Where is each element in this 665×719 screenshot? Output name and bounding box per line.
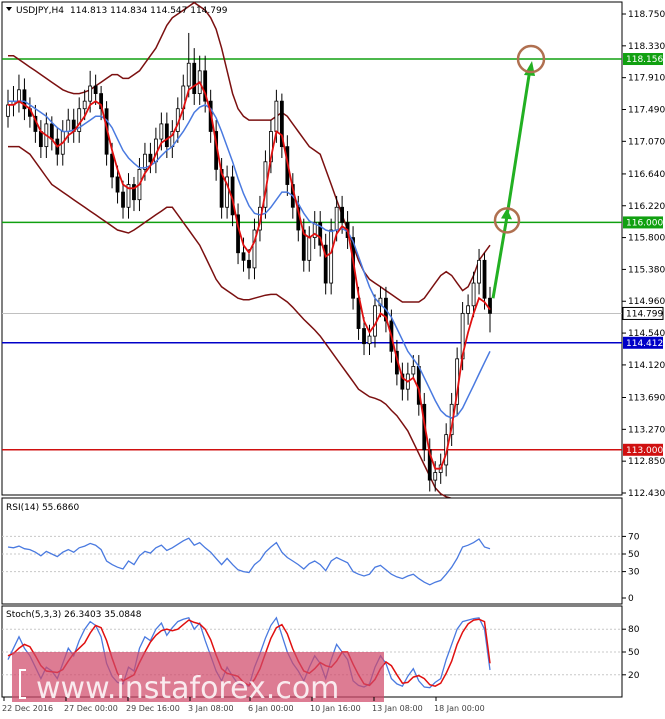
price-tick-label: 117.070 [628, 137, 665, 147]
rsi-tick-label: 70 [628, 532, 640, 542]
price-axis: 118.750 118.330 117.910 117.490 117.070 116.6… [622, 10, 665, 499]
candle-body [110, 153, 114, 178]
candle-body [466, 305, 470, 314]
candle-body [186, 62, 191, 87]
price-tick-label: 117.910 [628, 74, 665, 84]
rsi-panel: 70 50 30 0 RSI(14) 55.6860 [1, 497, 640, 605]
candle-body [93, 85, 98, 94]
candle-body [334, 206, 339, 231]
stoch-panel: 80 50 20 Stoch(5,3,3) 26.3403 35.0848 www.… [1, 605, 640, 706]
price-tick-label: 113.690 [628, 394, 665, 404]
time-tick-label: 3 Jan 08:00 [188, 704, 234, 713]
price-tick-label: 113.270 [628, 425, 665, 435]
price-tick-label: 112.850 [628, 457, 665, 467]
candle-body [17, 89, 21, 102]
price-tick-label: 118.750 [628, 10, 665, 20]
candle-body [38, 131, 43, 148]
stoch-tick-label: 50 [628, 648, 640, 658]
candle-body [66, 119, 71, 132]
price-panel: 118.156 116.000 114.412 113.000 114.799 118.… [1, 1, 665, 503]
time-tick-label: 29 Dec 16:00 [126, 704, 180, 713]
stoch-title: Stoch(5,3,3) 26.3403 35.0848 [6, 610, 142, 620]
candle-body [274, 100, 279, 132]
candle-body [367, 335, 372, 345]
candle-body [411, 366, 416, 375]
candle-body [329, 229, 334, 284]
candle-body [482, 259, 487, 299]
candle-body [6, 104, 10, 117]
stoch-tick-label: 80 [628, 625, 640, 635]
candle-body [241, 252, 246, 261]
time-tick-label: 22 Dec 2016 [2, 704, 53, 713]
candle-body [82, 100, 87, 110]
candle-body [247, 259, 251, 269]
price-tick-label: 116.640 [628, 170, 665, 180]
candle-body [362, 328, 366, 345]
time-tick-label: 6 Jan 00:00 [248, 704, 294, 713]
rsi-tick-label: 30 [628, 568, 640, 578]
candle-body [433, 472, 438, 481]
current-price-label: 114.799 [626, 309, 663, 319]
price-tick-label: 117.490 [628, 105, 665, 115]
candle-body [164, 123, 169, 148]
level-label: 113.000 [626, 446, 663, 456]
rsi-title: RSI(14) 55.6860 [6, 503, 79, 513]
price-tick-label: 116.220 [628, 202, 665, 212]
time-tick-label: 13 Jan 08:00 [372, 704, 423, 713]
candle-body [49, 123, 54, 140]
candle-body [88, 85, 93, 102]
chart-symbol: USDJPY,H4 [16, 6, 64, 16]
price-tick-label: 115.380 [628, 265, 665, 275]
candle-body [148, 153, 153, 163]
candle-body [159, 123, 164, 140]
time-tick-label: 27 Dec 00:00 [64, 704, 118, 713]
rsi-tick-label: 50 [628, 550, 640, 560]
level-label: 114.412 [626, 339, 663, 349]
price-tick-label: 112.430 [628, 489, 665, 499]
level-label: 116.000 [626, 218, 663, 228]
price-tick-label: 114.120 [628, 361, 665, 371]
candle-body [477, 259, 481, 284]
chart-canvas: 118.156 116.000 114.412 113.000 114.799 118.… [1, 1, 665, 713]
price-tick-label: 114.960 [628, 297, 665, 307]
price-tick-label: 115.800 [628, 234, 665, 244]
candle-body [121, 191, 125, 208]
price-tick-label: 114.540 [628, 329, 665, 339]
time-tick-label: 18 Jan 00:00 [434, 704, 485, 713]
price-tick-label: 118.330 [628, 42, 665, 52]
rsi-panel-frame [1, 497, 623, 605]
time-tick-label: 10 Jan 16:00 [310, 704, 361, 713]
candle-body [471, 282, 476, 307]
watermark-text: www.instaforex.com [36, 671, 339, 706]
candle-body [488, 297, 492, 314]
candle-body [192, 62, 197, 94]
stoch-tick-label: 20 [628, 671, 640, 681]
candle-body [340, 206, 345, 223]
level-label: 118.156 [626, 55, 663, 65]
candle-body [115, 176, 120, 193]
candle-body [307, 237, 312, 261]
chart-ohlc: 114.813 114.834 114.547 114.799 [70, 6, 228, 16]
rsi-tick-label: 0 [628, 594, 634, 604]
